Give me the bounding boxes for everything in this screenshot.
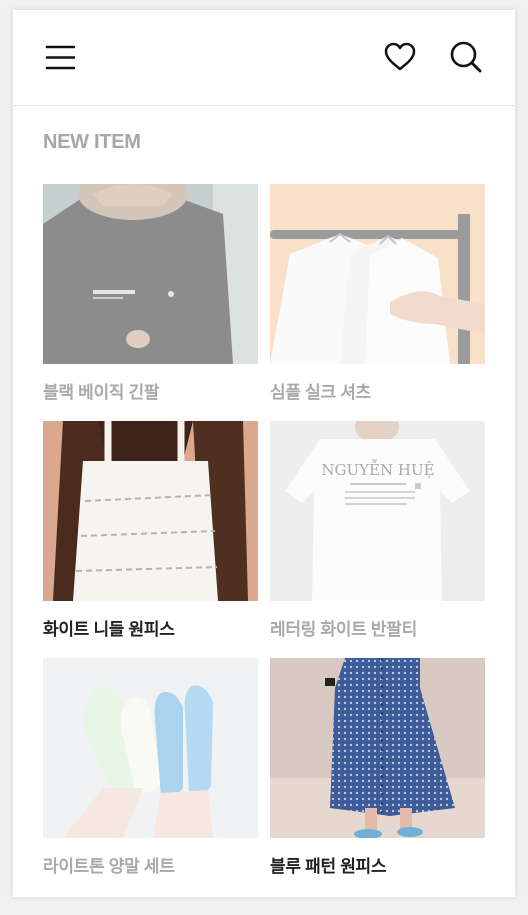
app-screen: NEW ITEM 블랙 베이직 긴팔 심플 실크 셔츠 화이트 니들 원피스 N… (13, 10, 515, 897)
search-icon[interactable] (449, 40, 483, 74)
product-image[interactable] (270, 184, 485, 364)
hamburger-menu-icon[interactable] (45, 43, 76, 73)
product-name[interactable]: 화이트 니들 원피스 (43, 615, 175, 640)
product-name[interactable]: 레터링 화이트 반팔티 (270, 615, 417, 640)
product-name[interactable]: 블루 패턴 원피스 (270, 852, 387, 877)
product-card[interactable]: 화이트 니들 원피스 (43, 421, 258, 641)
product-card[interactable]: 심플 실크 셔츠 (270, 184, 485, 404)
section-title: NEW ITEM (43, 131, 141, 153)
product-name[interactable]: 라이트톤 양말 세트 (43, 852, 175, 877)
product-name[interactable]: 심플 실크 셔츠 (270, 378, 371, 403)
product-card[interactable]: NGUYỄN HUỆ 레터링 화이트 반팔티 (270, 421, 485, 641)
product-image[interactable]: NGUYỄN HUỆ (270, 421, 485, 601)
product-name[interactable]: 블랙 베이직 긴팔 (43, 378, 160, 403)
product-image[interactable] (43, 421, 258, 601)
product-image[interactable] (270, 658, 485, 838)
heart-icon[interactable] (383, 40, 417, 74)
product-card[interactable]: 블랙 베이직 긴팔 (43, 184, 258, 404)
product-image[interactable] (43, 184, 258, 364)
product-card[interactable]: 라이트톤 양말 세트 (43, 658, 258, 878)
product-card[interactable]: 블루 패턴 원피스 (270, 658, 485, 878)
tee-print-text: NGUYỄN HUỆ (321, 459, 434, 479)
product-image[interactable] (43, 658, 258, 838)
top-header (13, 10, 515, 106)
